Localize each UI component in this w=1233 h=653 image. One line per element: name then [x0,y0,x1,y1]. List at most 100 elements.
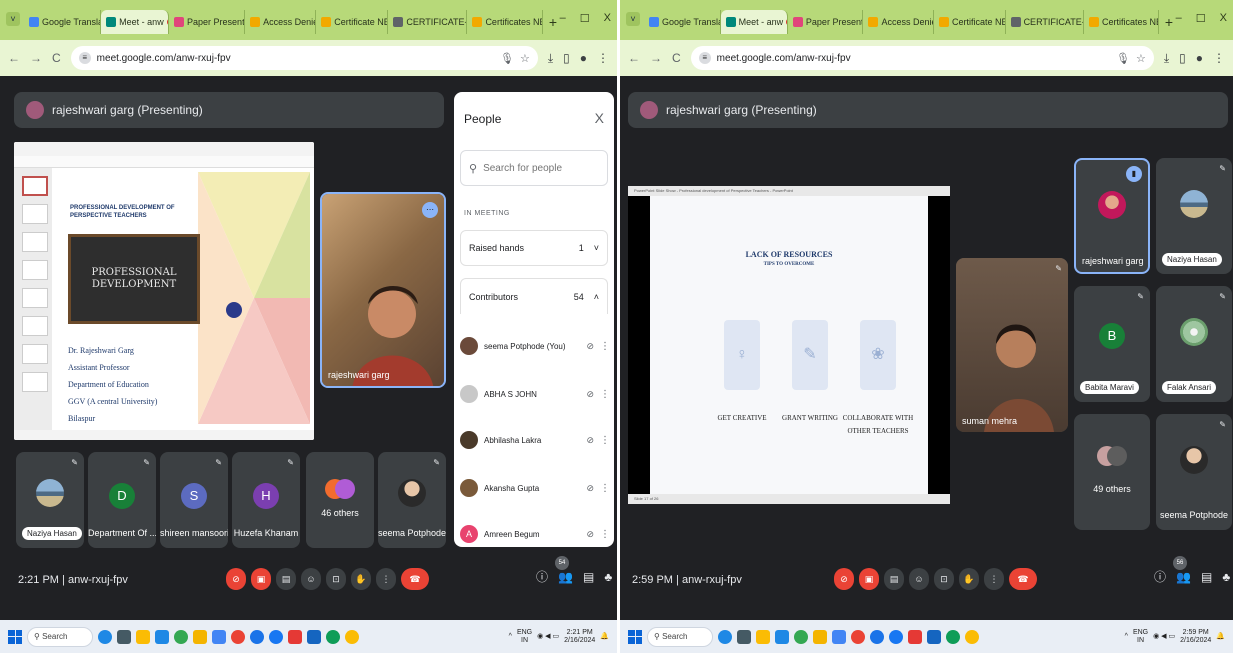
reload-icon[interactable]: C [672,51,681,65]
app-icon[interactable] [231,629,245,644]
tab-google-translate[interactable]: Google Translate× [644,10,721,34]
app-icon[interactable] [794,629,808,644]
tab-meet[interactable]: Meet - anw× [720,10,788,34]
app-icon[interactable] [307,629,321,644]
mic-icon[interactable]: 🎙 [1116,52,1130,65]
others-tile[interactable]: 49 others [1074,414,1150,530]
reload-icon[interactable]: C [52,51,61,65]
restore-button[interactable]: ☐ [1196,12,1206,25]
tab-access-denied[interactable]: Access Denied× [863,10,934,34]
sidebar-icon[interactable]: ▯ [563,51,570,65]
more-options-icon[interactable]: ⋯ [422,202,438,218]
sidebar-icon[interactable]: ▯ [1179,51,1186,65]
site-info-icon[interactable]: ≡ [78,52,91,64]
system-clock[interactable]: 2:59 PM 2/16/2024 [1180,629,1211,645]
app-icon[interactable] [174,629,188,644]
raise-hand-button[interactable]: ✋ [351,568,371,590]
minimize-button[interactable]: – [1176,12,1182,25]
raise-hand-button[interactable]: ✋ [959,568,979,590]
facebook-icon[interactable] [269,629,283,644]
edge-icon[interactable] [775,629,789,644]
people-search[interactable]: ⚲ [460,150,608,186]
tab-certificate-nep[interactable]: Certificate NEP× [934,10,1006,34]
windows-start-icon[interactable] [8,629,22,644]
download-icon[interactable]: ⤓ [548,51,553,66]
taskbar-search[interactable]: ⚲ Search [27,626,93,647]
forward-icon[interactable]: → [30,51,42,65]
close-window-button[interactable]: X [1220,12,1227,25]
system-clock[interactable]: 2:21 PM 2/16/2024 [564,629,595,645]
download-icon[interactable]: ⤓ [1164,51,1169,66]
more-options-button[interactable]: ⋮ [376,568,396,590]
more-options-button[interactable]: ⋮ [984,568,1004,590]
wifi-volume-battery-icon[interactable]: ◉ ◀ ▭ [537,633,559,641]
file-explorer-icon[interactable] [136,629,150,644]
captions-button[interactable]: ▤ [276,568,296,590]
app-icon[interactable] [212,629,226,644]
more-options-icon[interactable]: ⋮ [600,435,610,446]
url-field[interactable]: ≡ meet.google.com/anw-rxuj-fpv 🎙 ☆ [70,46,538,70]
copilot-icon[interactable] [718,629,732,644]
more-options-icon[interactable]: ⋮ [600,341,610,352]
youtube-icon[interactable] [908,629,922,644]
tab-search-button[interactable]: ˅ [626,12,640,26]
leave-call-button[interactable]: ☎ [401,568,429,590]
back-icon[interactable]: ← [628,51,640,65]
activities-icon[interactable]: ♣ [1222,570,1230,584]
bookmark-star-icon[interactable]: ☆ [1136,52,1146,65]
tab-paper-presentation[interactable]: Paper Presentati× [169,10,246,34]
contributors-section[interactable]: Contributors 54 ˄ [460,278,608,314]
app-icon[interactable] [813,629,827,644]
youtube-icon[interactable] [288,629,302,644]
participant-tile[interactable]: ✎ seema Potphode [1156,414,1232,530]
participant-tile[interactable]: ✎ Naziya Hasan [1156,158,1232,274]
participant-tile[interactable]: ✎ Falak Ansari [1156,286,1232,402]
profile-icon[interactable]: ● [1196,51,1203,65]
bookmark-star-icon[interactable]: ☆ [520,52,530,65]
task-view-icon[interactable] [117,629,131,644]
menu-icon[interactable]: ⋮ [1213,51,1225,65]
tab-google-translate[interactable]: Google Translate× [24,10,102,34]
restore-button[interactable]: ☐ [580,12,590,25]
chrome-icon[interactable] [946,629,960,644]
wifi-volume-battery-icon[interactable]: ◉ ◀ ▭ [1153,633,1175,641]
new-tab-button[interactable]: + [1159,14,1173,30]
notification-bell-icon[interactable]: 🔔 [1216,633,1225,641]
reactions-button[interactable]: ☺ [301,568,321,590]
search-input[interactable] [483,162,594,174]
windows-start-icon[interactable] [628,629,642,644]
chrome-icon[interactable] [965,629,979,644]
presenter-video-tile[interactable]: ⋯ rajeshwari garg [320,192,446,388]
tab-search-button[interactable]: ˅ [6,12,20,26]
back-icon[interactable]: ← [8,51,20,65]
tab-meet[interactable]: Meet - anw× [101,10,170,34]
tab-certificate-94[interactable]: CERTIFICATE-94× [1006,10,1085,34]
app-icon[interactable] [250,629,264,644]
app-icon[interactable] [193,629,207,644]
list-item[interactable]: A Amreen Begum ⊘ ⋮ [460,514,610,547]
url-field[interactable]: ≡ meet.google.com/anw-rxuj-fpv 🎙 ☆ [690,46,1154,70]
people-icon[interactable]: 👥 56 [1173,555,1191,584]
notification-bell-icon[interactable]: 🔔 [600,633,609,641]
tab-access-denied[interactable]: Access Denied× [245,10,317,34]
edge-icon[interactable] [155,629,169,644]
language-indicator[interactable]: ENG IN [1133,629,1148,645]
new-tab-button[interactable]: + [543,14,557,30]
site-info-icon[interactable]: ≡ [698,52,711,64]
app-icon[interactable] [870,629,884,644]
mic-toggle-button[interactable]: ⊘ [226,568,246,590]
tab-paper-presentation[interactable]: Paper Presentati× [788,10,864,34]
chat-icon[interactable]: ▤ [583,570,594,584]
file-explorer-icon[interactable] [756,629,770,644]
camera-toggle-button[interactable]: ▣ [859,568,879,590]
info-icon[interactable]: ⓘ [1154,568,1166,585]
participant-tile[interactable]: ✎ H Huzefa Khanam [232,452,300,548]
info-icon[interactable]: ⓘ [536,568,548,585]
tab-certificate-nep[interactable]: Certificate NEP× [316,10,389,34]
tab-certificate-94[interactable]: CERTIFICATE-94× [388,10,468,34]
taskbar-search[interactable]: ⚲ Search [647,626,713,647]
app-icon[interactable] [927,629,941,644]
menu-icon[interactable]: ⋮ [597,51,609,65]
present-button[interactable]: ⊡ [326,568,346,590]
task-view-icon[interactable] [737,629,751,644]
